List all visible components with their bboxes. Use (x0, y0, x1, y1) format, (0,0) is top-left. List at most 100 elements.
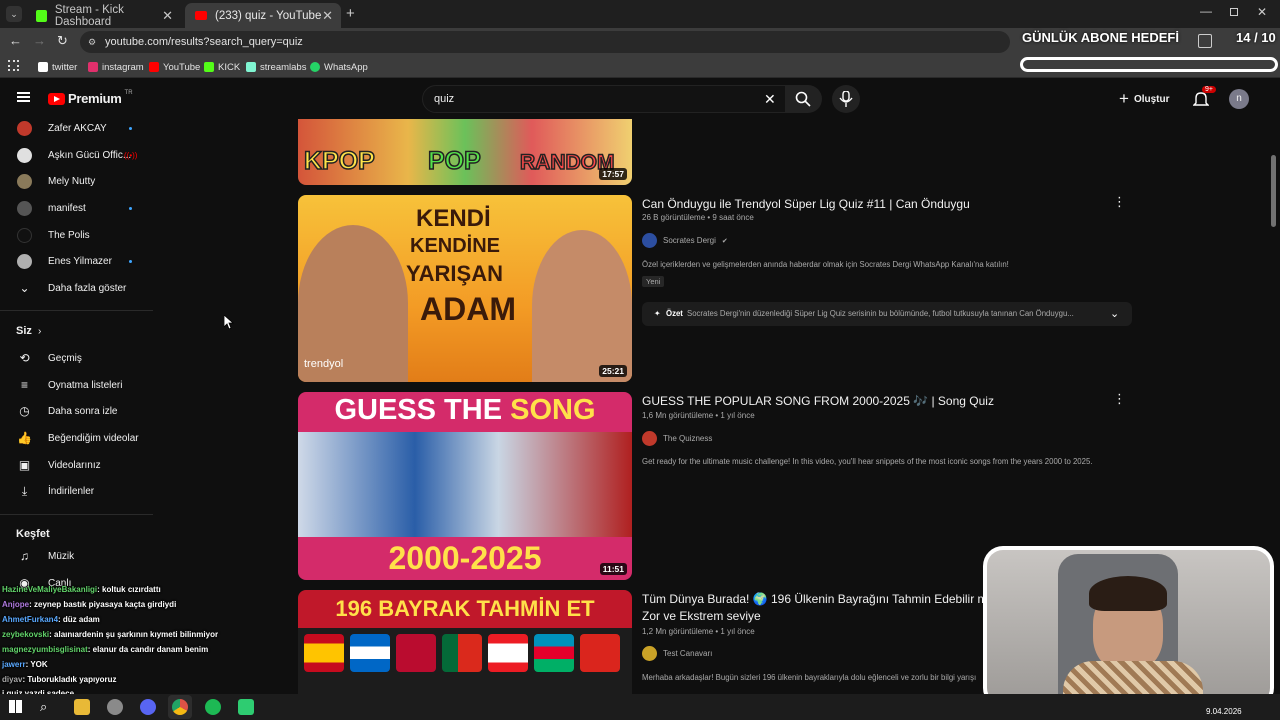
channel-link[interactable]: Test Canavarı (642, 646, 712, 661)
video-thumbnail[interactable]: KENDİ KENDİNE YARIŞAN ADAM trendyol 25:2… (298, 195, 632, 382)
restore-icon[interactable] (1230, 8, 1238, 16)
search-input[interactable]: quiz ✕ (422, 85, 786, 113)
sidebar-item-playlists[interactable]: ≡ Oynatma listeleri (0, 372, 150, 398)
video-title[interactable]: GUESS THE POPULAR SONG FROM 2000-2025 🎶 … (642, 394, 994, 408)
close-window-icon[interactable]: ✕ (1257, 5, 1267, 19)
thumbnail-text-part: SONG (510, 394, 596, 426)
bookmark-label: streamlabs (260, 61, 307, 73)
search-icon[interactable]: ⌕ (40, 699, 47, 715)
bookmark-twitter[interactable]: twitter (38, 59, 77, 75)
sidebar-item-liked[interactable]: 👍 Beğendiğim videolar (0, 425, 150, 451)
close-icon[interactable]: ✕ (322, 8, 333, 24)
subscriber-goal-label: GÜNLÜK ABONE HEDEFİ (1022, 30, 1179, 45)
sidebar-item-subscription[interactable]: The Polis (0, 222, 150, 248)
bookmark-kick[interactable]: KICK (204, 59, 240, 75)
avatar[interactable]: n (1229, 89, 1249, 109)
sidebar-item-subscription[interactable]: manifest (0, 195, 150, 221)
video-thumbnail[interactable]: 196 BAYRAK TAHMİN ET (298, 590, 632, 694)
minimize-icon[interactable]: — (1200, 4, 1212, 18)
chat-user: jawerr (2, 660, 26, 669)
more-options-icon[interactable]: ⋮ (1113, 391, 1126, 407)
thumbnail-text: 196 BAYRAK TAHMİN ET (335, 596, 595, 621)
app-icon[interactable] (107, 699, 123, 715)
sidebar-item-label: manifest (48, 202, 86, 214)
spotify-icon[interactable] (205, 699, 221, 715)
channel-avatar (642, 431, 657, 446)
video-thumbnail[interactable]: KPOP POP RANDOM 17:57 (298, 119, 632, 185)
forward-icon[interactable]: → (33, 33, 46, 48)
reload-icon[interactable]: ↻ (57, 33, 68, 49)
clear-search-icon[interactable]: ✕ (764, 86, 776, 113)
new-content-dot (129, 206, 132, 210)
url-bar[interactable]: ⚙ youtube.com/results?search_query=quiz (80, 31, 1010, 53)
video-title[interactable]: Can Önduygu ile Trendyol Süper Lig Quiz … (642, 197, 970, 211)
sidebar-item-subscription[interactable]: Zafer AKCAY (0, 115, 150, 141)
youtube-play-icon (48, 92, 65, 105)
tab-youtube[interactable]: (233) quiz - YouTube ✕ (185, 3, 341, 28)
app-icon[interactable] (238, 699, 254, 715)
sidebar-item-subscription[interactable]: Mely Nutty (0, 168, 150, 194)
sidebar-item-music[interactable]: ♫ Müzik (0, 543, 150, 569)
video-title[interactable]: Tüm Dünya Burada! 🌍 196 Ülkenin Bayrağın… (642, 592, 990, 623)
channel-link[interactable]: Socrates Dergi ✔ (642, 233, 728, 248)
bookmark-youtube[interactable]: YouTube (149, 59, 200, 75)
sidebar-item-history[interactable]: ⟲ Geçmiş (0, 345, 150, 371)
create-button[interactable]: + Oluştur (1119, 89, 1170, 109)
bookmark-whatsapp[interactable]: WhatsApp (310, 59, 368, 75)
bookmark-label: WhatsApp (324, 61, 368, 73)
show-more-button[interactable]: ⌄ Daha fazla göster (0, 275, 150, 301)
chevron-down-icon[interactable]: ⌄ (1110, 302, 1119, 326)
ai-summary-panel[interactable]: ✦ Özet Socrates Dergi'nin düzenlediği Sü… (642, 302, 1132, 326)
sidebar-item-subscription[interactable]: Enes Yilmazer (0, 248, 150, 274)
extensions-icon[interactable] (1198, 34, 1212, 48)
video-thumbnail[interactable]: GUESS THE SONG 2000-2025 11:51 (298, 392, 632, 580)
active-app-indicator (168, 695, 192, 719)
sidebar-item-downloads[interactable]: ⤓ İndirilenler (0, 478, 150, 504)
scrollbar-thumb[interactable] (1271, 155, 1276, 227)
sidebar-item-your-videos[interactable]: ▣ Videolarınız (0, 452, 150, 478)
bookmark-instagram[interactable]: instagram (88, 59, 144, 75)
apps-icon[interactable] (8, 60, 19, 71)
more-options-icon[interactable]: ⋮ (1113, 194, 1126, 210)
notifications-button[interactable]: 9+ (1192, 86, 1216, 109)
thumbnail-text: KENDİ (416, 205, 491, 232)
channel-link[interactable]: The Quizness (642, 431, 712, 446)
windows-start-icon[interactable] (9, 700, 22, 713)
sidebar-item-label: Müzik (48, 550, 75, 562)
bookmark-streamlabs[interactable]: streamlabs (246, 59, 306, 75)
back-icon[interactable]: ← (9, 33, 22, 48)
youtube-logo[interactable]: Premium TR (48, 90, 133, 106)
chat-message: jawerr: YOK (2, 660, 48, 669)
bookmark-label: KICK (218, 61, 241, 73)
new-tab-button[interactable]: + (346, 5, 355, 22)
site-info-icon[interactable]: ⚙ (88, 31, 96, 53)
file-explorer-icon[interactable] (74, 699, 90, 715)
sidebar-item-label: Zafer AKCAY (48, 122, 107, 134)
voice-search-button[interactable] (832, 85, 860, 113)
tab-kick-dashboard[interactable]: Stream - Kick Dashboard ✕ (26, 3, 181, 28)
you-section-header[interactable]: Siz › (0, 318, 150, 344)
whatsapp-icon (310, 62, 320, 72)
chat-user: zeybekovski (2, 630, 50, 639)
chevron-right-icon: › (38, 325, 42, 337)
chat-message: magnezyumbisglisinat: elanur da candır d… (2, 645, 208, 654)
close-icon[interactable]: ✕ (162, 8, 173, 24)
explore-header: Keşfet (16, 528, 50, 540)
bookmark-label: twitter (52, 61, 78, 73)
search-button[interactable] (786, 85, 822, 113)
discord-icon[interactable] (140, 699, 156, 715)
tab-list-button[interactable]: ⌄ (6, 6, 22, 22)
like-icon: 👍 (17, 431, 32, 445)
sidebar-item-watch-later[interactable]: ◷ Daha sonra izle (0, 398, 150, 424)
video-description: Özel içeriklerden ve gelişmelerden anınd… (642, 260, 1009, 269)
notification-badge: 9+ (1202, 86, 1216, 93)
video-meta: 1,2 Mn görüntüleme • 1 yıl önce (642, 627, 755, 636)
menu-icon[interactable] (17, 92, 30, 102)
sidebar-item-subscription[interactable]: Aşkın Gücü Offic... ((•)) (0, 142, 150, 168)
logo-text: Premium (68, 91, 122, 106)
chat-user: HazineVeMaliyeBakanligi (2, 585, 98, 594)
show-more-label: Daha fazla göster (48, 282, 127, 294)
video-duration: 11:51 (599, 563, 627, 575)
date: 9.04.2026 (1206, 707, 1242, 716)
thumbnail-text: ADAM (420, 291, 516, 327)
